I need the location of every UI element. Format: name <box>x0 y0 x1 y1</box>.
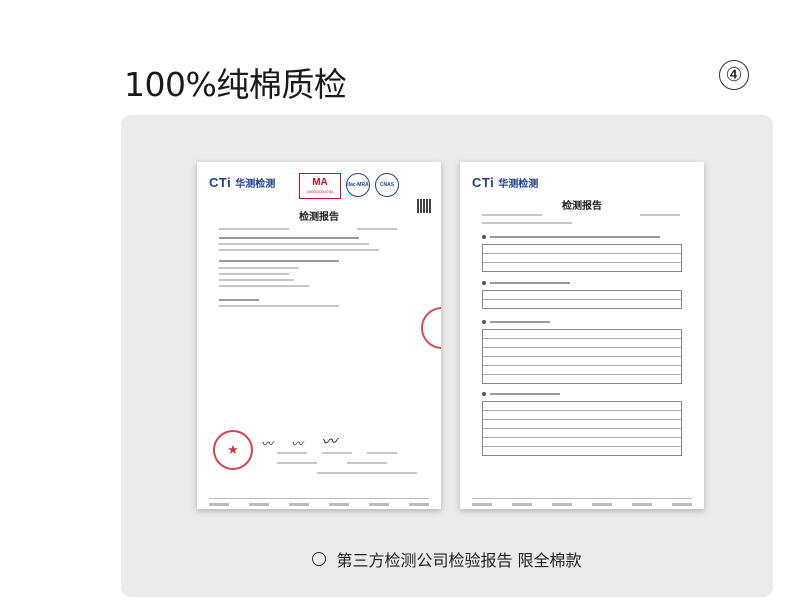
report-title: 检测报告 <box>299 212 339 223</box>
colorfastness-table-2 <box>482 401 682 456</box>
text-line <box>490 393 560 395</box>
text-line <box>317 472 417 474</box>
red-seal-stamp: ★ <box>213 430 253 470</box>
text-line <box>277 462 317 464</box>
signatures: 〰 〰 〰 <box>260 428 338 452</box>
text-line <box>357 228 397 230</box>
text-line <box>482 222 572 224</box>
cti-logo-mark: CTi <box>472 175 495 190</box>
text-line <box>219 260 339 262</box>
section-bullet <box>482 281 486 285</box>
section-bullet <box>482 392 486 396</box>
certification-logos: MA 240020349784 ilac-MRA CNAS <box>299 173 426 199</box>
cma-logo: MA 240020349784 <box>299 173 341 199</box>
test-report-page-2[interactable]: CTi 华测检测 检测报告 <box>460 162 704 509</box>
footer-text <box>209 503 429 506</box>
section-bullet <box>482 320 486 324</box>
cti-logo-mark: CTi <box>209 175 232 190</box>
text-line <box>322 452 352 454</box>
signature-2: 〰 <box>290 436 304 452</box>
footer-divider <box>472 498 692 499</box>
text-line <box>490 236 660 238</box>
footer-text <box>472 503 692 506</box>
red-seal-stamp <box>421 307 441 349</box>
report-panel: CTi 华测检测 MA 240020349784 ilac-MRA CNAS 检… <box>121 115 773 597</box>
text-line <box>219 243 369 245</box>
cti-logo-chinese: 华测检测 <box>235 179 276 190</box>
text-line <box>219 285 309 287</box>
star-icon: ★ <box>227 442 239 458</box>
report-title: 检测报告 <box>562 201 602 212</box>
cti-logo-chinese: 华测检测 <box>498 179 539 190</box>
text-line <box>277 452 307 454</box>
signature-3: 〰 <box>320 431 338 452</box>
colorfastness-table-1 <box>482 329 682 384</box>
text-line <box>347 462 387 464</box>
cti-logo: CTi 华测检测 <box>472 175 538 190</box>
text-line <box>219 249 379 251</box>
cert-small-print <box>404 173 426 177</box>
cma-label: MA <box>312 177 328 188</box>
page-title: 100%纯棉质检 <box>124 65 347 104</box>
text-line <box>219 305 339 307</box>
ilac-mra-logo: ilac-MRA <box>346 173 370 197</box>
text-line <box>640 214 680 216</box>
step-number-badge: ④ <box>719 60 749 90</box>
text-line <box>219 228 289 230</box>
text-line <box>219 279 294 281</box>
text-line <box>490 282 570 284</box>
test-report-page-1[interactable]: CTi 华测检测 MA 240020349784 ilac-MRA CNAS 检… <box>197 162 441 509</box>
circle-icon <box>312 552 327 566</box>
caption-row: 第三方检测公司检验报告 限全棉款 <box>121 547 773 571</box>
signature-1: 〰 <box>260 436 274 452</box>
fiber-content-table <box>482 244 682 272</box>
text-line <box>219 237 359 239</box>
text-line <box>219 299 259 301</box>
footer-divider <box>209 498 429 499</box>
text-line <box>219 273 289 275</box>
cnas-logo: CNAS <box>375 173 399 197</box>
text-line <box>490 321 550 323</box>
caption-text: 第三方检测公司检验报告 限全棉款 <box>336 551 582 570</box>
cma-number: 240020349784 <box>306 189 334 194</box>
fluorescent-table <box>482 290 682 309</box>
text-line <box>482 214 542 216</box>
text-line <box>367 452 397 454</box>
text-line <box>219 267 299 269</box>
cti-logo: CTi 华测检测 <box>209 175 275 190</box>
section-bullet <box>482 235 486 239</box>
